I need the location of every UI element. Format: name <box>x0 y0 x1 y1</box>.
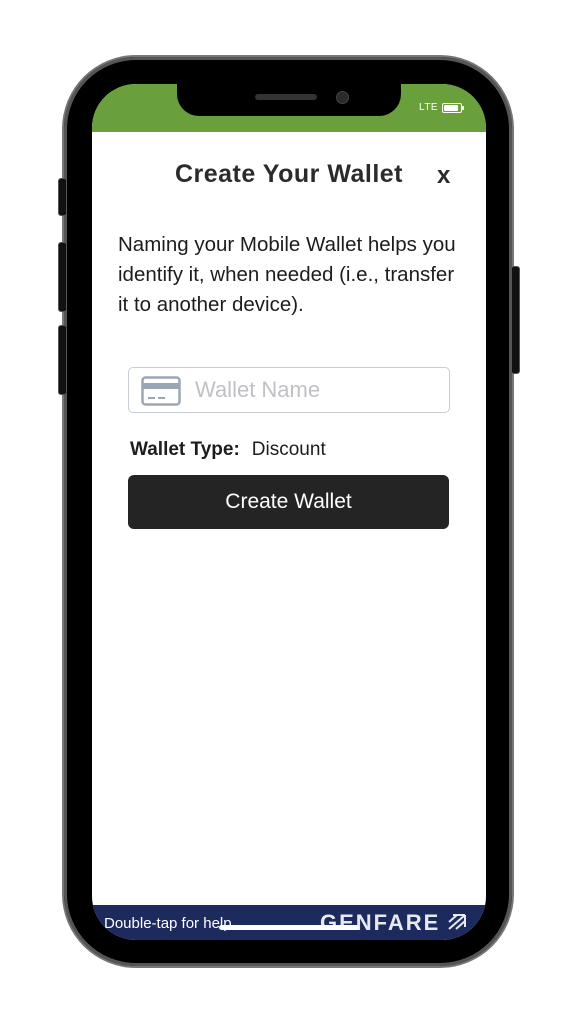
brand-logo-text: GENFARE <box>320 910 441 935</box>
home-indicator[interactable] <box>219 925 359 930</box>
close-button[interactable]: x <box>437 162 450 190</box>
status-bar: LTE <box>92 84 486 132</box>
battery-full-icon <box>442 103 464 113</box>
genfare-logo-icon <box>447 913 467 936</box>
help-hint[interactable]: Double-tap for help <box>104 915 232 932</box>
wallet-name-field[interactable] <box>128 367 450 413</box>
power-button <box>511 266 520 374</box>
notch <box>177 84 401 116</box>
volume-up-button <box>58 242 67 312</box>
wallet-type-row: Wallet Type: Discount <box>130 439 326 461</box>
network-indicator: LTE <box>419 102 439 113</box>
create-wallet-button[interactable]: Create Wallet <box>128 475 449 529</box>
wallet-type-label: Wallet Type: <box>130 439 240 460</box>
wallet-type-value: Discount <box>251 439 326 460</box>
speaker-grille <box>255 94 317 100</box>
front-camera <box>336 91 349 104</box>
credit-card-icon <box>141 376 181 411</box>
volume-down-button <box>58 325 67 395</box>
footer-bar: Double-tap for help GENFARE <box>92 905 486 940</box>
description-text: Naming your Mobile Wallet helps you iden… <box>118 233 456 316</box>
mute-switch <box>58 178 67 216</box>
phone-screen: LTE Create Your Wallet x Naming your Mob… <box>92 84 486 940</box>
page-title: Create Your Wallet <box>174 160 404 188</box>
wallet-name-input[interactable] <box>195 374 435 406</box>
